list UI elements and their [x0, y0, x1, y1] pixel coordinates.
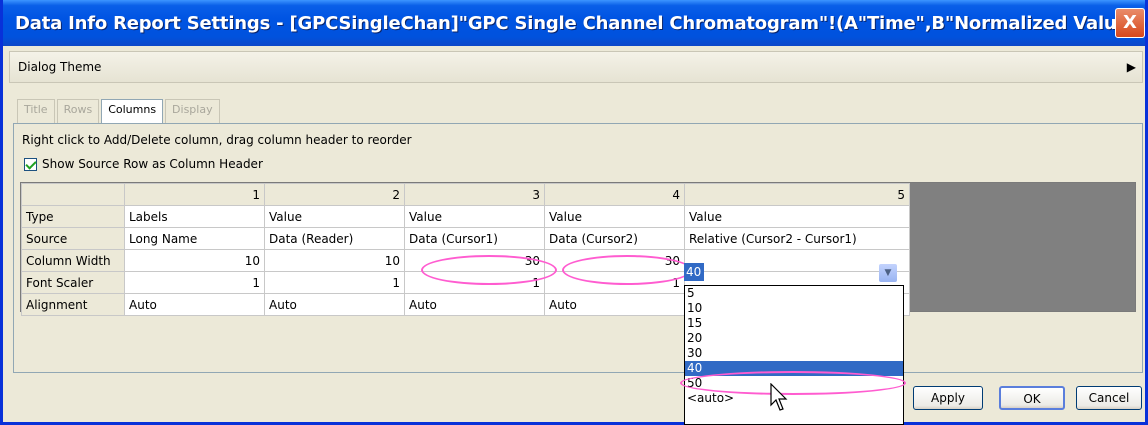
column-width-dropdown: 5 10 15 20 30 40 50 <auto>: [684, 285, 904, 425]
theme-arrow-icon[interactable]: ▶: [1127, 60, 1136, 74]
cancel-button[interactable]: Cancel: [1076, 386, 1142, 410]
dropdown-option[interactable]: 20: [685, 331, 903, 346]
dropdown-option[interactable]: 15: [685, 316, 903, 331]
grid-cell[interactable]: 30: [544, 249, 685, 272]
column-width-combo-input[interactable]: 40: [684, 263, 704, 281]
show-source-row-checkbox[interactable]: [24, 157, 37, 171]
grid-cell[interactable]: Long Name: [124, 227, 265, 250]
column-settings-grid: 1 2 3 4 5 Type Labels Value Value Value …: [20, 182, 1136, 316]
grid-cell[interactable]: 1: [264, 271, 405, 294]
tab-columns[interactable]: Columns: [101, 99, 164, 123]
show-source-row-option[interactable]: Show Source Row as Column Header: [24, 157, 263, 171]
column-header[interactable]: 4: [544, 183, 685, 206]
grid-cell[interactable]: 1: [124, 271, 265, 294]
grid-cell[interactable]: 1: [544, 271, 685, 294]
dialog-window: Data Info Report Settings - [GPCSingleCh…: [0, 0, 1148, 425]
table-row: Type Labels Value Value Value Value: [21, 205, 910, 228]
tab-title[interactable]: Title: [17, 99, 55, 123]
corner-cell: [21, 183, 125, 206]
grid-cell[interactable]: Value: [544, 205, 685, 228]
instruction-text: Right click to Add/Delete column, drag c…: [22, 133, 412, 147]
ok-button[interactable]: OK: [999, 386, 1065, 410]
row-header-alignment: Alignment: [21, 293, 125, 316]
dropdown-option[interactable]: 50: [685, 376, 903, 391]
column-header[interactable]: 2: [264, 183, 405, 206]
grid-cell[interactable]: 10: [124, 249, 265, 272]
grid-cell[interactable]: Data (Cursor2): [544, 227, 685, 250]
dropdown-option[interactable]: <auto>: [685, 391, 903, 406]
grid-cell[interactable]: Value: [684, 205, 910, 228]
title-bar[interactable]: Data Info Report Settings - [GPCSingleCh…: [3, 0, 1146, 46]
column-header[interactable]: 1: [124, 183, 265, 206]
dialog-theme-bar[interactable]: Dialog Theme ▶: [9, 51, 1143, 83]
table-row: Column Width 10 10 30 30: [21, 249, 910, 272]
tab-rows[interactable]: Rows: [56, 99, 100, 123]
chevron-down-icon[interactable]: ▼: [879, 264, 897, 282]
tab-display[interactable]: Display: [165, 99, 220, 123]
apply-button[interactable]: Apply: [913, 386, 983, 410]
grid-cell[interactable]: 30: [404, 249, 545, 272]
column-header[interactable]: 3: [404, 183, 545, 206]
row-header-source: Source: [21, 227, 125, 250]
row-header-column-width: Column Width: [21, 249, 125, 272]
grid-cell[interactable]: Auto: [404, 293, 545, 316]
grid-cell[interactable]: 10: [264, 249, 405, 272]
dropdown-option[interactable]: 5: [685, 286, 903, 301]
grid-cell[interactable]: Value: [264, 205, 405, 228]
grid-cell[interactable]: [684, 249, 910, 272]
grid-cell[interactable]: Auto: [544, 293, 685, 316]
dropdown-option[interactable]: 10: [685, 301, 903, 316]
dialog-theme-label: Dialog Theme: [18, 60, 102, 74]
columns-panel: Right click to Add/Delete column, drag c…: [13, 123, 1143, 373]
grid-cell[interactable]: Labels: [124, 205, 265, 228]
mouse-cursor-icon: [770, 383, 788, 411]
row-header-font-scaler: Font Scaler: [21, 271, 125, 294]
column-header[interactable]: 5: [684, 183, 910, 206]
grid-cell[interactable]: Relative (Cursor2 - Cursor1): [684, 227, 910, 250]
grid-cell[interactable]: Value: [404, 205, 545, 228]
table-row: Source Long Name Data (Reader) Data (Cur…: [21, 227, 910, 250]
column-header-row: 1 2 3 4 5: [21, 183, 910, 206]
window-title: Data Info Report Settings - [GPCSingleCh…: [15, 12, 1146, 34]
grid-cell[interactable]: 1: [404, 271, 545, 294]
row-header-type: Type: [21, 205, 125, 228]
grid-cell[interactable]: Auto: [124, 293, 265, 316]
dropdown-option[interactable]: 30: [685, 346, 903, 361]
close-button[interactable]: X: [1115, 8, 1145, 38]
dropdown-option-selected[interactable]: 40: [685, 361, 903, 376]
grid-cell[interactable]: Data (Cursor1): [404, 227, 545, 250]
tab-strip: Title Rows Columns Display: [17, 99, 222, 123]
show-source-row-label: Show Source Row as Column Header: [42, 157, 263, 171]
grid-cell[interactable]: Auto: [264, 293, 405, 316]
grid-cell[interactable]: Data (Reader): [264, 227, 405, 250]
